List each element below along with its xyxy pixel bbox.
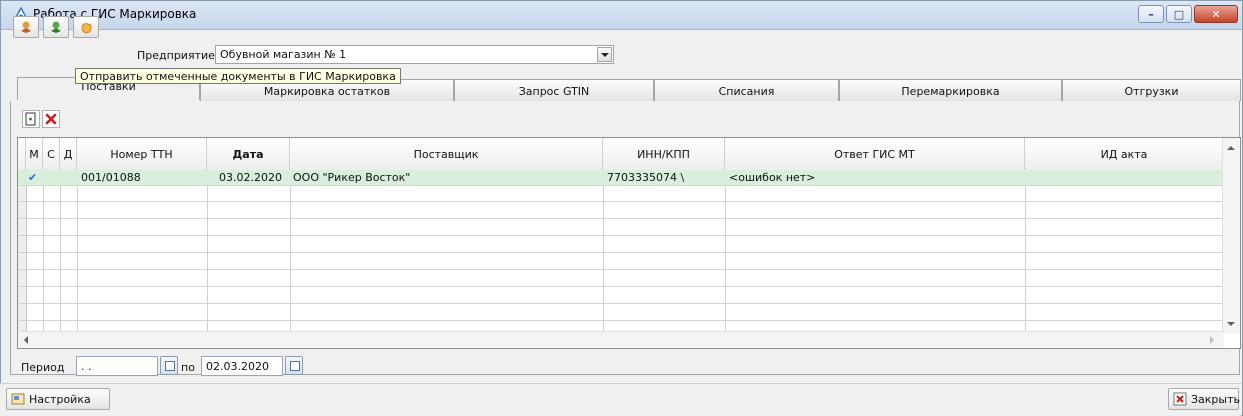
table-row[interactable] [18,203,1224,219]
hand-icon [81,23,92,34]
header-ttn[interactable]: Номер ТТН [77,138,207,170]
table-row[interactable] [18,254,1224,270]
settings-label: Настройка [29,393,91,406]
send-icon [51,21,61,33]
minimize-button[interactable]: – [1138,5,1164,23]
cell-ttn: 001/01088 [81,171,141,184]
hand-button[interactable] [73,16,99,38]
header-answer[interactable]: Ответ ГИС МТ [725,138,1025,170]
header-row-marker [18,138,26,170]
delete-button[interactable] [42,110,60,128]
close-button[interactable]: Закрыть [1168,388,1240,410]
table-header: М С Д Номер ТТН Дата Поставщик ИНН/КПП О… [18,138,1224,171]
documents-table: М С Д Номер ТТН Дата Поставщик ИНН/КПП О… [17,137,1241,349]
tab-remarking[interactable]: Перемаркировка [839,79,1062,101]
settings-icon [11,393,25,405]
tab-gtin-request[interactable]: Запрос GTIN [454,79,654,101]
table-row[interactable]: ✔ 001/01088 03.02.2020 ООО "Рикер Восток… [18,170,1224,186]
close-window-button[interactable]: ✕ [1194,5,1238,23]
bottom-bar [0,383,1241,416]
period-to-label: по [181,361,195,374]
tab-shipments[interactable]: Отгрузки [1062,79,1241,101]
period-label: Период [21,361,65,374]
period-to-field[interactable]: 02.03.2020 [201,356,283,376]
horizontal-scrollbar[interactable] [18,331,1224,348]
table-row[interactable] [18,305,1224,321]
delete-icon [45,113,57,125]
scroll-down-icon[interactable] [1227,322,1235,326]
calendar-to-button[interactable] [285,356,303,375]
table-row[interactable] [18,288,1224,304]
minimize-icon: – [1148,7,1154,21]
new-document-button[interactable] [22,110,40,128]
enterprise-select[interactable]: Обувной магазин № 1 [215,45,614,64]
enterprise-value: Обувной магазин № 1 [220,48,347,61]
receive-icon [21,21,31,33]
vertical-scrollbar[interactable] [1222,138,1240,334]
period-from-field[interactable]: . . [76,356,158,376]
settings-button[interactable]: Настройка [6,388,110,410]
table-row[interactable] [18,186,1224,202]
exit-icon [1173,392,1187,406]
check-icon[interactable]: ✔ [28,171,37,184]
chevron-down-icon[interactable] [597,47,612,62]
cell-inn: 7703335074 \ [607,171,685,184]
table-row[interactable] [18,220,1224,236]
header-m[interactable]: М [26,138,43,170]
header-date[interactable]: Дата [207,138,290,170]
header-act-id[interactable]: ИД акта [1025,138,1224,170]
cell-answer: <ошибок нет> [729,171,816,184]
close-icon: ✕ [1211,7,1221,21]
header-supplier[interactable]: Поставщик [290,138,603,170]
new-document-icon [25,112,36,126]
table-row[interactable] [18,237,1224,253]
tab-writeoffs[interactable]: Списания [654,79,839,101]
title-bar: Работа с ГИС Маркировка – □ ✕ [1,1,1242,30]
enterprise-label: Предприятие [137,49,215,62]
cell-supplier: ООО "Рикер Восток" [293,171,411,184]
scroll-left-icon[interactable] [24,336,28,344]
scroll-up-icon[interactable] [1227,146,1235,150]
maximize-icon: □ [1173,7,1185,21]
send-button[interactable] [43,16,69,38]
cell-date: 03.02.2020 [219,171,282,184]
scroll-right-icon[interactable] [1210,336,1214,344]
header-d[interactable]: Д [60,138,77,170]
table-row[interactable] [18,271,1224,287]
header-c[interactable]: С [43,138,60,170]
receive-button[interactable] [13,16,39,38]
maximize-button[interactable]: □ [1166,5,1192,23]
calendar-from-button[interactable] [160,356,178,375]
header-inn[interactable]: ИНН/КПП [603,138,725,170]
close-label: Закрыть [1191,393,1240,406]
tooltip: Отправить отмеченные документы в ГИС Мар… [75,68,401,84]
